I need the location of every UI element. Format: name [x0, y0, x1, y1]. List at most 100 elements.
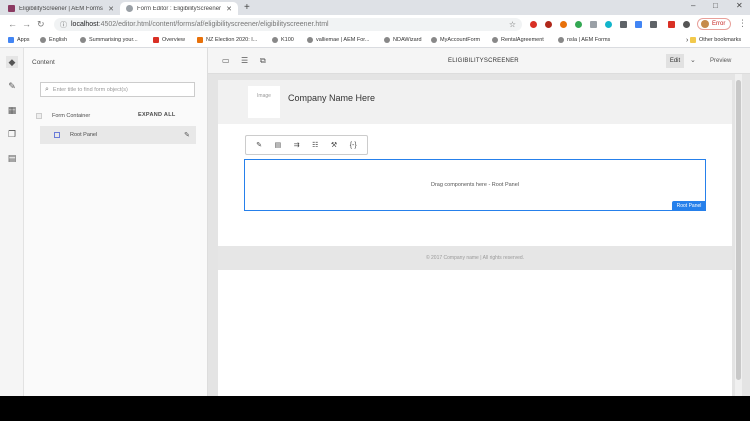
toggle-side-panel-icon[interactable]: ▭	[222, 56, 230, 65]
bookmark-nsla[interactable]: nsla | AEM Forms	[558, 37, 610, 43]
forward-icon[interactable]: →	[22, 19, 31, 29]
preview-button[interactable]: Preview	[710, 58, 731, 64]
bookmark-apps[interactable]: Apps	[8, 37, 30, 43]
assets-icon[interactable]: ❐	[6, 128, 18, 140]
bookmark-star-icon[interactable]: ☆	[509, 20, 516, 29]
url-host: localhost	[71, 21, 99, 28]
search-placeholder: Enter title to find form object(s)	[52, 86, 128, 93]
globe-icon	[384, 37, 390, 43]
extension-icon[interactable]	[605, 21, 612, 28]
info-icon[interactable]: ⓘ	[60, 20, 67, 30]
extension-icon[interactable]	[650, 21, 657, 28]
url-path: :4502/editor.html/content/forms/af/eligi…	[98, 21, 329, 28]
globe-favicon-icon	[126, 5, 133, 12]
expand-all-button[interactable]: EXPAND ALL	[138, 112, 176, 118]
globe-icon	[40, 37, 46, 43]
globe-icon	[307, 37, 313, 43]
rule-icon[interactable]: ⚒	[331, 141, 337, 149]
adobe-icon	[153, 37, 159, 43]
list-icon[interactable]: ▤	[275, 141, 282, 149]
edit-mode-button[interactable]: Edit	[666, 54, 684, 68]
bookmark-label: MyAccountForm	[440, 37, 481, 43]
extension-icon[interactable]	[530, 21, 537, 28]
more-bookmarks-icon[interactable]: ›	[686, 37, 688, 44]
data-sources-icon[interactable]: ▤	[6, 152, 18, 164]
add-list-icon[interactable]: ☷	[312, 141, 318, 149]
configure-wrench-icon[interactable]: ✎	[184, 131, 190, 139]
root-panel-badge[interactable]: Root Panel	[672, 201, 706, 211]
form-page: Image Company Name Here ✎ ▤ ⇉ ☷ ⚒ {-} Dr…	[218, 80, 732, 396]
wrench-icon[interactable]: ✎	[256, 141, 262, 149]
logo-image-placeholder[interactable]: Image	[248, 86, 280, 118]
tab-form-editor[interactable]: Form Editor : EligibilityScreener ✕	[120, 2, 238, 15]
close-window-icon[interactable]: ✕	[736, 1, 743, 10]
bookmark-english[interactable]: English	[40, 37, 67, 43]
bookmark-myaccountform[interactable]: MyAccountForm	[431, 37, 480, 43]
extension-icon[interactable]	[575, 21, 582, 28]
aem-favicon-icon	[8, 5, 15, 12]
globe-icon	[80, 37, 86, 43]
extension-icon[interactable]	[668, 21, 675, 28]
extension-icon[interactable]	[590, 21, 597, 28]
extension-icon[interactable]	[545, 21, 552, 28]
tab-eligibility-screener[interactable]: EligibilityScreener | AEM Forms ✕	[2, 2, 120, 15]
company-name[interactable]: Company Name Here	[288, 93, 375, 103]
bookmark-k100[interactable]: K100	[272, 37, 294, 43]
editor-canvas: Image Company Name Here ✎ ▤ ⇉ ☷ ⚒ {-} Dr…	[208, 74, 750, 396]
nz-icon	[197, 37, 203, 43]
root-panel-dropzone[interactable]: Drag components here - Root Panel Root P…	[244, 159, 706, 211]
emulator-icon[interactable]: ⧉	[260, 56, 266, 66]
search-icon: ⌕	[45, 85, 49, 93]
scrollbar-thumb[interactable]	[736, 80, 741, 380]
profile-error-button[interactable]: Error	[697, 18, 731, 30]
content-panel: Content ⌕ Enter title to find form objec…	[24, 48, 208, 396]
code-icon[interactable]: {-}	[350, 142, 357, 149]
extension-icon[interactable]	[635, 21, 642, 28]
arrow-list-icon[interactable]: ⇉	[294, 141, 300, 149]
bookmark-label: nsla | AEM Forms	[567, 37, 611, 43]
bookmark-ndawizard[interactable]: NDAWizard	[384, 37, 422, 43]
wrench-icon[interactable]: ✎	[6, 80, 18, 92]
bookmark-label: Summarising your...	[89, 37, 138, 43]
bookmark-label: RentalAgreement	[501, 37, 544, 43]
editor-toolbar: ▭ ☰ ⧉ ELIGIBILITYSCREENER Edit ⌄ Preview	[208, 48, 750, 74]
reload-icon[interactable]: ↻	[37, 19, 45, 30]
panel-title: Content	[32, 59, 55, 66]
extension-icon[interactable]	[560, 21, 567, 28]
new-tab-icon[interactable]: +	[244, 2, 250, 13]
bookmark-nz-election[interactable]: NZ Election 2020: I...	[197, 37, 257, 43]
extension-icon[interactable]	[620, 21, 627, 28]
properties-icon[interactable]: ☰	[241, 56, 248, 65]
bookmark-overview[interactable]: Overview	[153, 37, 185, 43]
drop-hint: Drag components here - Root Panel	[430, 182, 520, 188]
page-title: ELIGIBILITYSCREENER	[448, 58, 519, 64]
address-bar: ← → ↻ ⓘ localhost :4502/editor.html/cont…	[0, 15, 750, 34]
layers-icon[interactable]: ◆	[6, 56, 18, 68]
bookmark-other[interactable]: Other bookmarks	[690, 37, 741, 43]
globe-icon	[558, 37, 564, 43]
bookmark-label: Other bookmarks	[699, 37, 742, 43]
back-icon[interactable]: ←	[8, 19, 17, 29]
components-icon[interactable]: ▦	[6, 104, 18, 116]
bookmark-label: NDAWizard	[393, 37, 422, 43]
minimize-icon[interactable]: –	[691, 1, 695, 10]
panel-icon	[54, 132, 60, 138]
menu-icon[interactable]: ⋮	[738, 18, 747, 29]
bookmark-rentalagreement[interactable]: RentalAgreement	[492, 37, 544, 43]
form-object-search-input[interactable]: ⌕ Enter title to find form object(s)	[40, 82, 195, 97]
chevron-down-icon[interactable]: ⌄	[690, 56, 696, 64]
maximize-icon[interactable]: □	[713, 1, 718, 10]
bookmark-label: valliemae | AEM For...	[316, 37, 370, 43]
close-tab-icon[interactable]: ✕	[226, 5, 232, 13]
puzzle-icon[interactable]	[683, 21, 690, 28]
url-field[interactable]: ⓘ localhost :4502/editor.html/content/fo…	[54, 18, 522, 31]
bookmark-summarising[interactable]: Summarising your...	[80, 37, 138, 43]
close-tab-icon[interactable]: ✕	[108, 5, 114, 13]
bookmark-valliemae[interactable]: valliemae | AEM For...	[307, 37, 369, 43]
bookmark-label: Overview	[162, 37, 185, 43]
avatar	[701, 20, 709, 28]
canvas-scrollbar[interactable]	[735, 74, 742, 396]
bookmark-label: NZ Election 2020: I...	[206, 37, 258, 43]
tree-item-root-panel[interactable]: Root Panel ✎	[40, 126, 196, 144]
tree-item-label: Root Panel	[70, 132, 98, 138]
